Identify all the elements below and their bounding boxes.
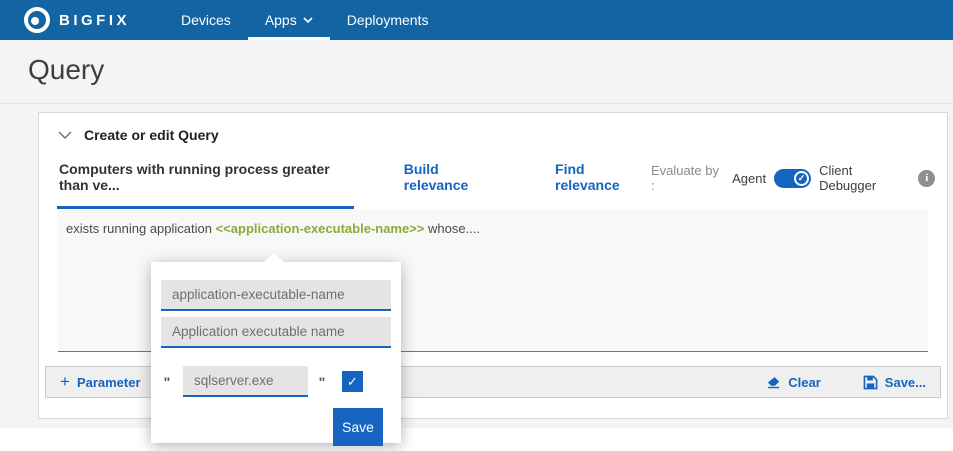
chevron-down-icon: [303, 15, 313, 25]
popup-arrow: [263, 253, 285, 263]
evaluate-option-agent: Agent: [732, 171, 766, 186]
query-editor-panel: Create or edit Query Computers with runn…: [38, 112, 948, 419]
relevance-text-before: exists running application: [66, 221, 216, 236]
nav-item-apps[interactable]: Apps: [248, 0, 330, 40]
save-query-label: Save...: [885, 375, 926, 390]
eraser-icon: [766, 375, 781, 390]
open-quote: ": [161, 374, 173, 390]
plus-icon: +: [60, 372, 70, 392]
add-parameter-label: Parameter: [77, 375, 141, 390]
parameter-name-input[interactable]: [161, 280, 391, 311]
nav-item-deployments[interactable]: Deployments: [330, 0, 446, 40]
add-parameter-button[interactable]: + Parameter: [60, 372, 141, 392]
page-header: Query: [0, 40, 953, 104]
evaluate-by-label: Evaluate by :: [651, 163, 724, 193]
section-title: Create or edit Query: [84, 127, 219, 143]
parameter-token[interactable]: <<application-executable-name>>: [216, 221, 425, 236]
parameter-default-value-input[interactable]: [183, 366, 308, 397]
section-header[interactable]: Create or edit Query: [39, 113, 947, 149]
nav-item-label: Devices: [181, 12, 231, 28]
tab-query-name[interactable]: Computers with running process greater t…: [57, 159, 354, 209]
quoted-checkbox[interactable]: ✓: [342, 371, 363, 392]
page-title: Query: [28, 54, 953, 86]
tab-row: Computers with running process greater t…: [39, 149, 947, 209]
brand: BIGFIX: [24, 0, 130, 40]
evaluate-by-group: Evaluate by : Agent ✓ Client Debugger i: [651, 163, 935, 205]
main-content: Query Create or edit Query Computers wit…: [0, 40, 953, 428]
toolbar-right: Clear Save...: [766, 375, 926, 390]
popup-save-row: Save: [161, 408, 391, 446]
nav-item-devices[interactable]: Devices: [164, 0, 248, 40]
nav-item-label: Deployments: [347, 12, 429, 28]
bigfix-logo-icon: [24, 7, 50, 33]
save-query-button[interactable]: Save...: [863, 375, 926, 390]
top-navbar: BIGFIX Devices Apps Deployments: [0, 0, 953, 40]
parameter-popup: " " ✓ Save: [151, 262, 401, 443]
default-value-row: " " ✓: [161, 366, 391, 397]
brand-name: BIGFIX: [59, 12, 130, 29]
evaluate-toggle[interactable]: ✓: [774, 169, 811, 188]
clear-button[interactable]: Clear: [766, 375, 821, 390]
nav-item-label: Apps: [265, 12, 297, 28]
evaluate-option-client-debugger: Client Debugger: [819, 163, 910, 193]
parameter-label-input[interactable]: [161, 317, 391, 348]
toggle-check-icon: ✓: [794, 171, 809, 186]
collapse-chevron-icon[interactable]: [57, 127, 73, 143]
popup-save-button[interactable]: Save: [333, 408, 383, 446]
close-quote: ": [316, 374, 328, 390]
info-icon[interactable]: i: [918, 170, 935, 187]
nav-items: Devices Apps Deployments: [164, 0, 445, 40]
tab-build-relevance[interactable]: Build relevance: [404, 161, 505, 207]
floppy-disk-icon: [863, 375, 878, 390]
relevance-text-after: whose....: [424, 221, 480, 236]
tab-find-relevance[interactable]: Find relevance: [555, 161, 651, 207]
clear-label: Clear: [788, 375, 821, 390]
